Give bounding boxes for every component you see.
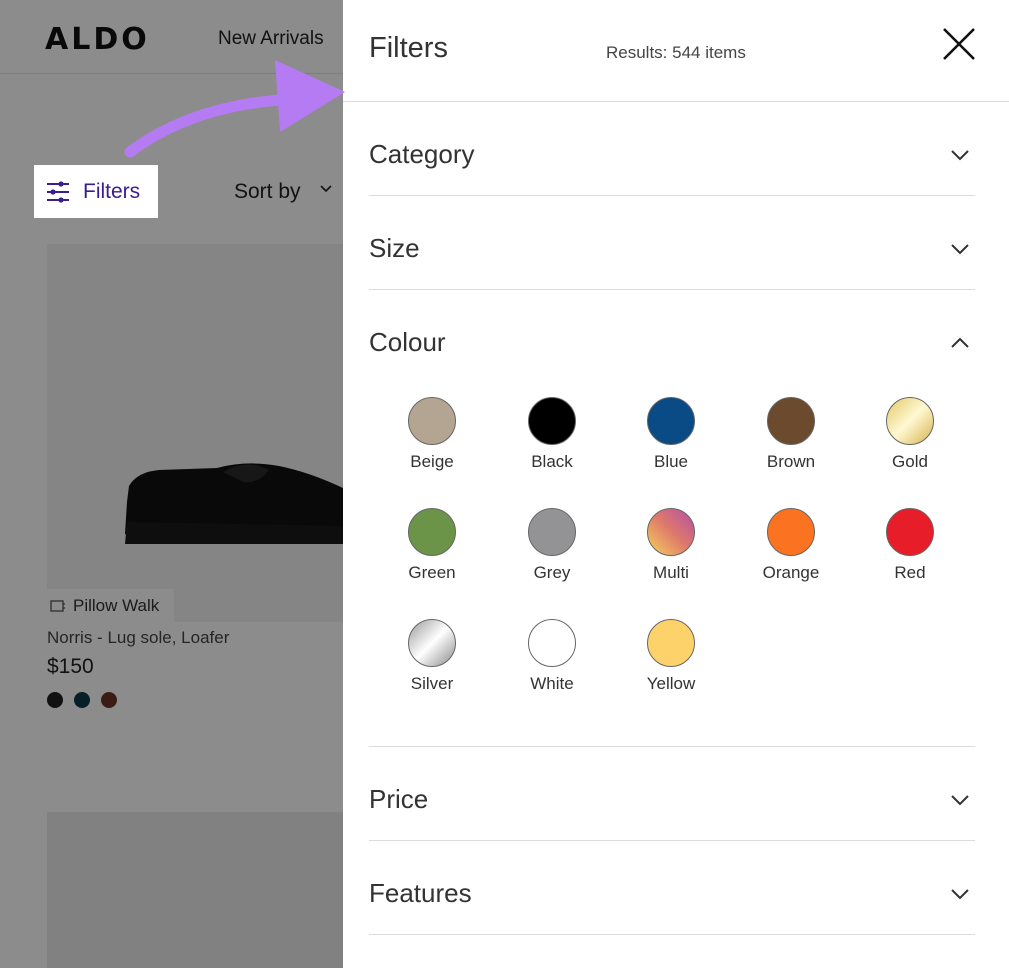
section-category-label: Category bbox=[369, 139, 475, 169]
swatch-label: Orange bbox=[762, 563, 820, 582]
colour-swatch-yellow[interactable]: Yellow bbox=[621, 619, 721, 694]
filters-panel: Filters Results: 544 items Category Size… bbox=[343, 0, 1009, 968]
swatch-circle bbox=[528, 397, 576, 445]
swatch-label: Yellow bbox=[646, 674, 696, 693]
close-icon bbox=[943, 28, 975, 60]
swatch-label: Gold bbox=[892, 452, 928, 471]
chevron-down-icon bbox=[951, 150, 969, 161]
swatch-label: Green bbox=[408, 563, 456, 582]
swatch-label: Brown bbox=[766, 452, 816, 471]
section-features-label: Features bbox=[369, 878, 472, 908]
filters-button[interactable]: Filters bbox=[34, 165, 158, 218]
section-category[interactable]: Category bbox=[369, 102, 975, 196]
close-button[interactable] bbox=[941, 26, 977, 62]
filters-label: Filters bbox=[83, 179, 141, 203]
results-count: Results: 544 items bbox=[606, 43, 746, 62]
swatch-circle bbox=[767, 397, 815, 445]
swatch-label: Multi bbox=[653, 563, 689, 582]
swatch-circle bbox=[647, 508, 695, 556]
chevron-down-icon bbox=[951, 889, 969, 900]
swatch-label: Silver bbox=[410, 674, 454, 693]
swatch-circle bbox=[408, 397, 456, 445]
chevron-up-icon[interactable] bbox=[949, 334, 971, 352]
swatch-circle bbox=[408, 508, 456, 556]
panel-title: Filters bbox=[369, 32, 448, 64]
swatch-circle bbox=[647, 619, 695, 667]
colour-swatch-beige[interactable]: Beige bbox=[382, 397, 482, 472]
swatch-label: White bbox=[530, 674, 574, 693]
section-size-label: Size bbox=[369, 233, 420, 263]
annotation-arrow-icon bbox=[124, 60, 345, 158]
section-colour-label[interactable]: Colour bbox=[369, 327, 446, 358]
swatch-circle bbox=[886, 508, 934, 556]
section-size[interactable]: Size bbox=[369, 196, 975, 290]
section-features[interactable]: Features bbox=[369, 841, 975, 935]
swatch-label: Grey bbox=[533, 563, 571, 582]
colour-swatch-black[interactable]: Black bbox=[502, 397, 602, 472]
swatch-circle bbox=[408, 619, 456, 667]
swatch-circle bbox=[767, 508, 815, 556]
swatch-label: Black bbox=[531, 452, 573, 471]
colour-swatch-blue[interactable]: Blue bbox=[621, 397, 721, 472]
sliders-icon bbox=[47, 180, 69, 203]
swatch-label: Red bbox=[894, 563, 926, 582]
colour-swatch-white[interactable]: White bbox=[502, 619, 602, 694]
swatch-circle bbox=[528, 508, 576, 556]
colour-swatch-orange[interactable]: Orange bbox=[741, 508, 841, 583]
filters-panel-header: Filters Results: 544 items bbox=[343, 0, 1009, 102]
colour-swatch-brown[interactable]: Brown bbox=[741, 397, 841, 472]
colour-swatch-silver[interactable]: Silver bbox=[382, 619, 482, 694]
chevron-down-icon bbox=[951, 795, 969, 806]
swatch-circle bbox=[886, 397, 934, 445]
chevron-down-icon bbox=[951, 244, 969, 255]
colour-swatch-green[interactable]: Green bbox=[382, 508, 482, 583]
swatch-label: Blue bbox=[653, 452, 689, 471]
colour-swatch-multi[interactable]: Multi bbox=[621, 508, 721, 583]
swatch-label: Beige bbox=[410, 452, 454, 471]
colour-swatch-grey[interactable]: Grey bbox=[502, 508, 602, 583]
section-price[interactable]: Price bbox=[369, 747, 975, 841]
swatch-circle bbox=[647, 397, 695, 445]
section-price-label: Price bbox=[369, 784, 429, 814]
swatch-circle bbox=[528, 619, 576, 667]
colour-swatch-red[interactable]: Red bbox=[860, 508, 960, 583]
colour-swatch-gold[interactable]: Gold bbox=[860, 397, 960, 472]
